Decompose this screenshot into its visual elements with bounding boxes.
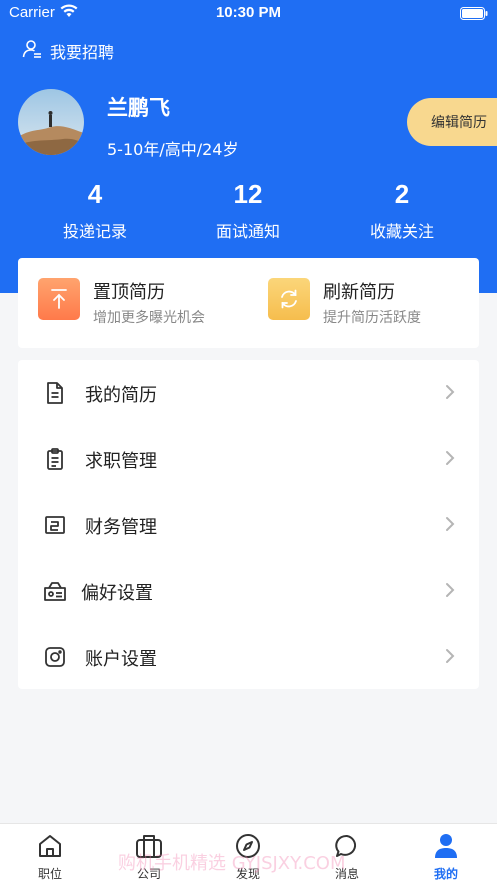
avatar[interactable] (18, 89, 84, 155)
chevron-right-icon (445, 384, 455, 404)
stat-favorites[interactable]: 2 收藏关注 (332, 176, 472, 242)
pin-top-icon (38, 278, 80, 320)
tab-messages[interactable]: 消息 (317, 832, 377, 882)
chevron-right-icon (445, 450, 455, 470)
menu-label: 求职管理 (85, 451, 157, 472)
tab-jobs[interactable]: 职位 (20, 832, 80, 882)
bottom-tab-bar: 职位 公司 发现 消息 我的 (0, 823, 497, 883)
chevron-right-icon (445, 582, 455, 602)
tab-companies[interactable]: 公司 (119, 832, 179, 882)
compass-icon (218, 832, 278, 860)
briefcase-icon (119, 832, 179, 860)
person-icon (416, 832, 476, 860)
tab-label: 公司 (136, 867, 161, 881)
tab-label: 我的 (433, 867, 458, 881)
recruiter-icon (22, 39, 50, 63)
status-bar: Carrier 10:30 PM (0, 0, 497, 26)
tab-label: 职位 (37, 867, 62, 881)
menu-label: 我的简历 (85, 385, 157, 406)
menu-item-job-management[interactable]: 求职管理 (18, 426, 479, 492)
stat-value: 2 (394, 179, 410, 209)
menu-label: 偏好设置 (81, 583, 153, 604)
menu-item-my-resume[interactable]: 我的简历 (18, 360, 479, 426)
resume-actions-card: 置顶简历 增加更多曝光机会 刷新简历 提升简历活跃度 (18, 258, 479, 348)
stat-label: 面试通知 (215, 222, 280, 241)
feature-subtitle: 增加更多曝光机会 (93, 310, 205, 326)
settings-menu: 我的简历 求职管理 财务管理 偏好设置 账户设置 (18, 360, 479, 689)
stat-value: 4 (87, 179, 103, 209)
edit-resume-button[interactable]: 编辑简历 (407, 98, 497, 146)
refresh-icon (268, 278, 310, 320)
recruit-label: 我要招聘 (50, 43, 115, 62)
refresh-resume-action[interactable]: 刷新简历 提升简历活跃度 (268, 278, 468, 328)
menu-item-account-settings[interactable]: 账户设置 (18, 624, 479, 690)
tab-profile[interactable]: 我的 (416, 832, 476, 882)
stat-value: 12 (233, 179, 263, 209)
tab-label: 消息 (334, 867, 359, 881)
stats-row: 4 投递记录 12 面试通知 2 收藏关注 (0, 176, 497, 246)
feature-title: 置顶简历 (93, 282, 165, 303)
home-icon (20, 832, 80, 860)
menu-label: 财务管理 (85, 517, 157, 538)
account-icon (43, 645, 67, 669)
feature-subtitle: 提升简历活跃度 (323, 310, 421, 326)
finance-icon (43, 513, 67, 537)
stat-label: 收藏关注 (369, 222, 434, 241)
clipboard-icon (43, 447, 67, 471)
tab-discover[interactable]: 发现 (218, 832, 278, 882)
stat-interviews[interactable]: 12 面试通知 (178, 176, 318, 242)
menu-item-finance[interactable]: 财务管理 (18, 492, 479, 558)
chat-icon (317, 832, 377, 860)
menu-item-preferences[interactable]: 偏好设置 (18, 558, 479, 624)
chevron-right-icon (445, 516, 455, 536)
recruit-link[interactable]: 我要招聘 (22, 38, 114, 64)
document-icon (43, 381, 67, 405)
chevron-right-icon (445, 648, 455, 668)
pin-resume-action[interactable]: 置顶简历 增加更多曝光机会 (38, 278, 238, 328)
user-name: 兰鹏飞 (107, 96, 170, 120)
preference-icon (43, 579, 67, 603)
battery-icon (460, 6, 488, 24)
menu-label: 账户设置 (85, 649, 157, 670)
stat-label: 投递记录 (62, 222, 127, 241)
clock: 10:30 PM (215, 4, 282, 21)
user-meta: 5-10年/高中/24岁 (107, 140, 239, 159)
tab-label: 发现 (235, 867, 260, 881)
feature-title: 刷新简历 (323, 282, 395, 303)
stat-applications[interactable]: 4 投递记录 (25, 176, 165, 242)
